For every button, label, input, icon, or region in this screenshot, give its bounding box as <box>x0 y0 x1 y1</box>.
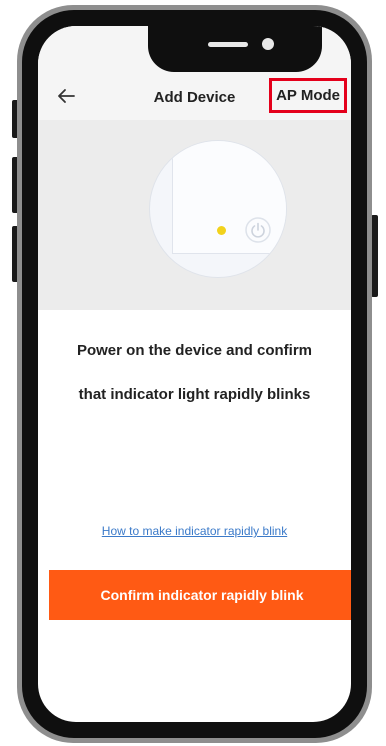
back-arrow-icon[interactable] <box>54 84 78 108</box>
navigation-bar: Add Device AP Mode <box>38 78 351 120</box>
help-link[interactable]: How to make indicator rapidly blink <box>38 524 351 538</box>
power-side-button <box>371 215 378 297</box>
phone-bezel: Add Device AP Mode Power on the device a… <box>22 10 367 738</box>
phone-frame: Add Device AP Mode Power on the device a… <box>17 5 372 743</box>
notch <box>148 26 322 72</box>
confirm-button[interactable]: Confirm indicator rapidly blink <box>49 570 351 620</box>
phone-screen: Add Device AP Mode Power on the device a… <box>38 26 351 722</box>
device-illustration <box>38 120 351 310</box>
indicator-light-icon <box>217 226 226 235</box>
device-panel <box>172 141 286 254</box>
instruction-text-line-2: that indicator light rapidly blinks <box>78 386 311 403</box>
device-image <box>149 140 287 278</box>
instruction-text-line-1: Power on the device and confirm <box>76 342 313 359</box>
speaker-slot <box>208 42 248 47</box>
front-camera <box>262 38 274 50</box>
ap-mode-button[interactable]: AP Mode <box>269 78 347 113</box>
power-icon <box>245 217 271 243</box>
